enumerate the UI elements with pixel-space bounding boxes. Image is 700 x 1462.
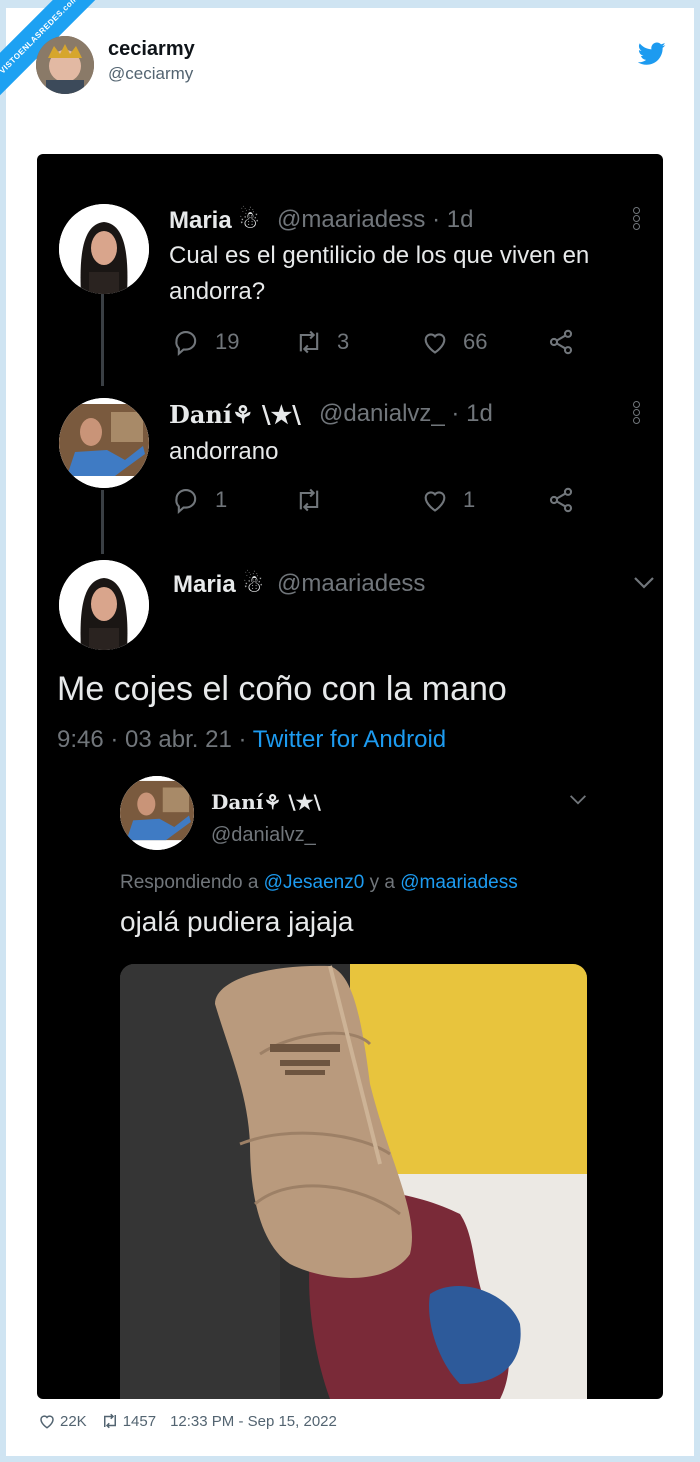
reply-button[interactable]: 1	[173, 486, 227, 514]
like-count: 22K	[60, 1412, 87, 1430]
tweet-handle-time[interactable]: @danialvz_ · 1d	[319, 400, 493, 428]
tweet-handle[interactable]: @maariadess	[277, 570, 425, 598]
heart-icon	[424, 333, 446, 354]
mention-link[interactable]: @Jesaenz0	[264, 872, 365, 893]
post-footer: 22K 1457 12:33 PM - Sep 15, 2022	[38, 1412, 337, 1430]
avatar[interactable]	[59, 204, 149, 294]
like-count: 1	[463, 487, 476, 512]
author-name[interactable]: ceciarmy	[108, 38, 195, 61]
chevron-down-icon[interactable]	[569, 794, 587, 806]
heart-icon	[424, 491, 446, 512]
post-header: ceciarmy @ceciarmy	[36, 36, 666, 96]
tweet-handle-time[interactable]: @maariadess · 1d	[277, 206, 473, 234]
retweet-button[interactable]: 3	[295, 328, 349, 356]
retweet-icon	[299, 488, 319, 512]
reply-icon	[175, 331, 197, 356]
tweet-maria-question[interactable]: Maria ☃ @maariadess · 1d Cual es el gent…	[37, 154, 663, 384]
retweet-icon	[103, 1413, 116, 1429]
reply-count: 1	[215, 487, 228, 512]
tweet-screenshot: Maria ☃ @maariadess · 1d Cual es el gent…	[37, 154, 663, 1399]
avatar[interactable]	[59, 560, 149, 650]
retweet-button[interactable]: 1457	[101, 1412, 156, 1430]
like-count: 66	[463, 329, 488, 354]
mention-link[interactable]: @maariadess	[400, 872, 518, 893]
tweet-source-link[interactable]: Twitter for Android	[253, 726, 446, 753]
like-button[interactable]: 1	[421, 486, 475, 514]
tweet-author-name[interactable]: Maria ☃	[173, 570, 264, 599]
retweet-icon	[299, 330, 319, 354]
tweet-actions: 19 3 66	[169, 328, 639, 358]
more-options-icon[interactable]	[631, 206, 641, 236]
post-timestamp[interactable]: 12:33 PM - Sep 15, 2022	[170, 1413, 337, 1430]
quote-text: ojalá pudiera jajaja	[120, 906, 354, 937]
share-icon	[549, 329, 573, 355]
like-button[interactable]: 22K	[38, 1412, 87, 1430]
share-icon	[549, 487, 573, 513]
quote-author-handle[interactable]: @danialvz_	[211, 824, 316, 847]
retweet-count: 3	[337, 329, 350, 354]
tweet-text: andorrano	[169, 438, 279, 465]
retweet-button[interactable]	[295, 486, 337, 514]
avatar[interactable]	[36, 36, 94, 94]
tweet-text: Cual es el gentilicio de los que viven e…	[169, 242, 590, 305]
like-button[interactable]: 66	[421, 328, 487, 356]
avatar[interactable]	[59, 398, 149, 488]
focused-tweet-text: Me cojes el coño con la mano	[57, 670, 507, 708]
tweet-actions: 1 1	[169, 486, 639, 516]
reply-icon	[175, 489, 197, 514]
tweet-timestamp: 9:46 · 03 abr. 21 · Twitter for Android	[57, 726, 447, 753]
quote-author-name[interactable]: Daní⚘ \★\	[211, 790, 321, 814]
share-button[interactable]	[547, 328, 575, 356]
tweet-dani-reply[interactable]: Daní⚘ \★\ @danialvz_ · 1d andorrano 1 1	[37, 384, 663, 554]
share-button[interactable]	[547, 486, 575, 514]
tweet-photo[interactable]	[120, 964, 587, 1399]
tweet-author-name[interactable]: Maria ☃	[169, 206, 260, 235]
reply-button[interactable]: 19	[173, 328, 239, 356]
twitter-bird-icon[interactable]	[638, 42, 666, 66]
tweet-author-name[interactable]: Daní⚘ \★\	[169, 400, 301, 429]
chevron-down-icon[interactable]	[633, 576, 655, 590]
author-handle[interactable]: @ceciarmy	[108, 64, 193, 84]
more-options-icon[interactable]	[631, 400, 641, 430]
avatar[interactable]	[120, 776, 194, 850]
reply-count: 19	[215, 329, 240, 354]
retweet-count: 1457	[122, 1412, 157, 1430]
replying-to: Respondiendo a @Jesaenz0 y a @maariadess	[120, 872, 518, 893]
heart-icon	[40, 1415, 54, 1429]
